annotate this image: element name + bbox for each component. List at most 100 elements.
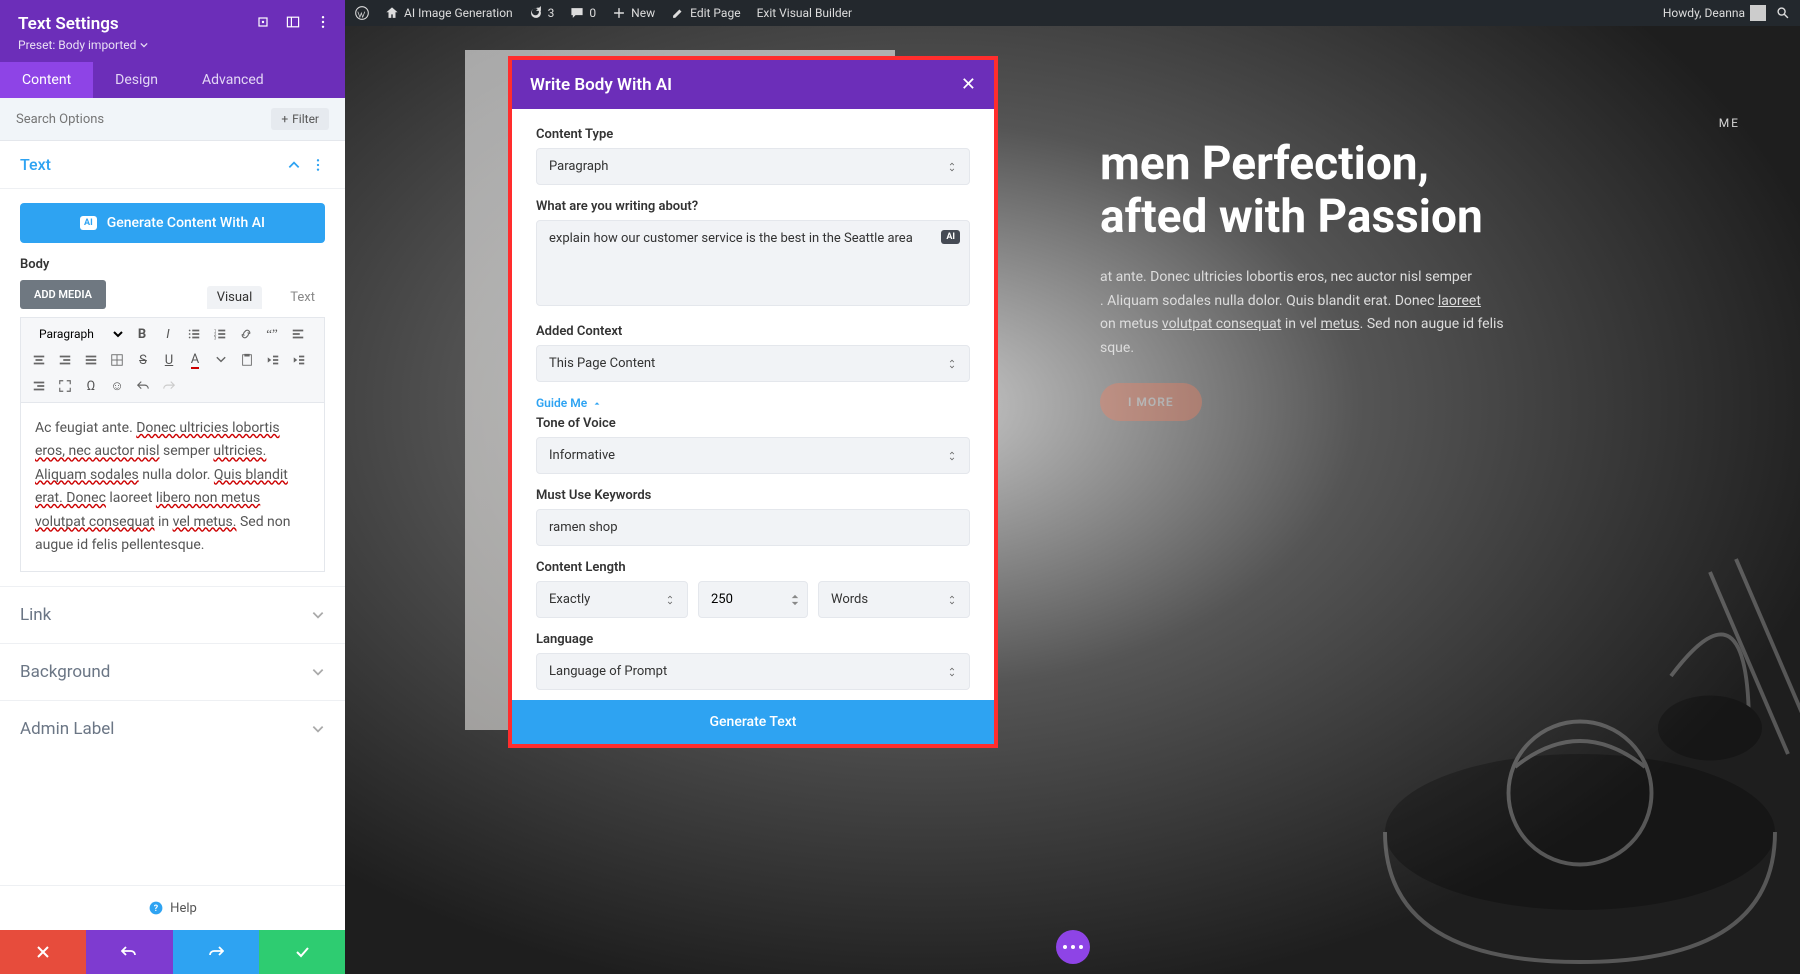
help-link[interactable]: ?Help <box>0 885 345 930</box>
content-type-label: Content Type <box>536 127 970 142</box>
exit-visual-builder[interactable]: Exit Visual Builder <box>757 6 853 20</box>
table-icon[interactable] <box>107 350 127 370</box>
generate-text-button[interactable]: Generate Text <box>512 700 994 744</box>
save-button[interactable] <box>259 930 345 974</box>
howdy-user[interactable]: Howdy, Deanna <box>1663 5 1766 21</box>
fullscreen-icon[interactable] <box>55 376 75 396</box>
editor-tab-visual[interactable]: Visual <box>207 286 263 309</box>
site-name[interactable]: AI Image Generation <box>385 6 513 20</box>
modal-title: Write Body With AI <box>530 75 672 95</box>
generate-content-button[interactable]: AI Generate Content With AI <box>20 203 325 243</box>
about-label: What are you writing about? <box>536 199 970 214</box>
search-row: +Filter <box>0 98 345 141</box>
outdent2-icon[interactable] <box>29 376 49 396</box>
section-text[interactable]: Text <box>0 141 345 189</box>
align-center-icon[interactable] <box>29 350 49 370</box>
context-label: Added Context <box>536 324 970 339</box>
sidebar-tabs: Content Design Advanced <box>0 62 345 98</box>
keywords-input[interactable]: ramen shop <box>536 509 970 546</box>
chevron-up-icon <box>287 158 301 172</box>
language-select[interactable]: Language of Prompt <box>536 653 970 690</box>
svg-text:?: ? <box>154 904 159 914</box>
content-type-select[interactable]: Paragraph <box>536 148 970 185</box>
action-bar <box>0 930 345 974</box>
undo-button[interactable] <box>86 930 172 974</box>
stepper-arrows-icon[interactable] <box>791 593 799 606</box>
close-icon[interactable]: ✕ <box>961 74 976 95</box>
align-right-icon[interactable] <box>55 350 75 370</box>
about-textarea[interactable] <box>536 220 970 306</box>
hero-body: at ante. Donec ultricies lobortis eros, … <box>1100 266 1740 361</box>
section-admin-label[interactable]: Admin Label <box>0 700 345 757</box>
filter-button[interactable]: +Filter <box>271 108 329 130</box>
outdent-icon[interactable] <box>263 350 283 370</box>
length-unit-select[interactable]: Words <box>818 581 970 618</box>
quote-icon[interactable]: “” <box>262 324 282 344</box>
context-select[interactable]: This Page Content <box>536 345 970 382</box>
align-left-icon[interactable] <box>288 324 308 344</box>
editor-tab-text[interactable]: Text <box>280 286 325 309</box>
section-background[interactable]: Background <box>0 643 345 700</box>
guide-me-toggle[interactable]: Guide Me <box>536 396 970 410</box>
length-number-input[interactable] <box>698 581 808 618</box>
length-label: Content Length <box>536 560 970 575</box>
bowl-illustration <box>1320 494 1800 974</box>
comments-count[interactable]: 0 <box>570 6 596 20</box>
wp-logo-icon[interactable] <box>355 6 369 20</box>
tab-content[interactable]: Content <box>0 62 93 98</box>
builder-fab[interactable] <box>1056 930 1090 964</box>
panel-icon[interactable] <box>285 14 301 30</box>
ai-enhance-icon[interactable]: AI <box>941 230 960 244</box>
hero-text-block: ME men Perfection,afted with Passion at … <box>1100 116 1740 421</box>
omega-icon[interactable]: Ω <box>81 376 101 396</box>
search-input[interactable] <box>16 112 271 127</box>
hero-kicker: ME <box>1100 116 1740 130</box>
edit-page-link[interactable]: Edit Page <box>671 6 740 20</box>
tone-select[interactable]: Informative <box>536 437 970 474</box>
color-dropdown-icon[interactable] <box>211 350 231 370</box>
search-icon[interactable] <box>1776 6 1790 20</box>
redo-icon[interactable] <box>159 376 179 396</box>
svg-text:3: 3 <box>214 336 217 341</box>
preset-selector[interactable]: Preset: Body imported <box>18 38 327 52</box>
wp-admin-bar: AI Image Generation 3 0 New Edit Page Ex… <box>345 0 1800 26</box>
bold-icon[interactable]: B <box>132 324 152 344</box>
ai-write-modal: Write Body With AI ✕ Content Type Paragr… <box>508 56 998 748</box>
more-vertical-icon[interactable] <box>311 158 325 172</box>
hero-title: men Perfection,afted with Passion <box>1100 138 1740 244</box>
settings-sidebar: Text Settings Preset: Body imported Cont… <box>0 0 345 974</box>
redo-button[interactable] <box>173 930 259 974</box>
sidebar-header: Text Settings Preset: Body imported <box>0 0 345 62</box>
section-link[interactable]: Link <box>0 586 345 643</box>
new-button[interactable]: New <box>612 6 655 20</box>
add-media-button[interactable]: ADD MEDIA <box>20 280 106 309</box>
number-list-icon[interactable]: 123 <box>210 324 230 344</box>
emoji-icon[interactable]: ☺ <box>107 376 127 396</box>
italic-icon[interactable]: I <box>158 324 178 344</box>
editor-toolbar: Paragraph B I 123 “” S U A Ω ☺ <box>20 317 325 402</box>
ai-badge-icon: AI <box>80 216 97 230</box>
strike-icon[interactable]: S <box>133 350 153 370</box>
length-mode-select[interactable]: Exactly <box>536 581 688 618</box>
modal-header: Write Body With AI ✕ <box>512 60 994 109</box>
text-color-icon[interactable]: A <box>185 350 205 370</box>
refresh-count[interactable]: 3 <box>529 6 555 20</box>
align-justify-icon[interactable] <box>81 350 101 370</box>
bullet-list-icon[interactable] <box>184 324 204 344</box>
cancel-button[interactable] <box>0 930 86 974</box>
underline-icon[interactable]: U <box>159 350 179 370</box>
tab-advanced[interactable]: Advanced <box>180 62 286 98</box>
link-icon[interactable] <box>236 324 256 344</box>
editor-body[interactable]: Ac feugiat ante. Donec ultricies loborti… <box>20 402 325 572</box>
more-icon[interactable] <box>315 14 331 30</box>
expand-icon[interactable] <box>255 14 271 30</box>
tab-design[interactable]: Design <box>93 62 180 98</box>
undo-icon[interactable] <box>133 376 153 396</box>
keywords-label: Must Use Keywords <box>536 488 970 503</box>
indent-icon[interactable] <box>289 350 309 370</box>
avatar <box>1750 5 1766 21</box>
paste-icon[interactable] <box>237 350 257 370</box>
paragraph-select[interactable]: Paragraph <box>29 324 126 344</box>
body-label: Body <box>20 257 325 272</box>
hero-cta-button[interactable]: I MORE <box>1100 383 1202 421</box>
